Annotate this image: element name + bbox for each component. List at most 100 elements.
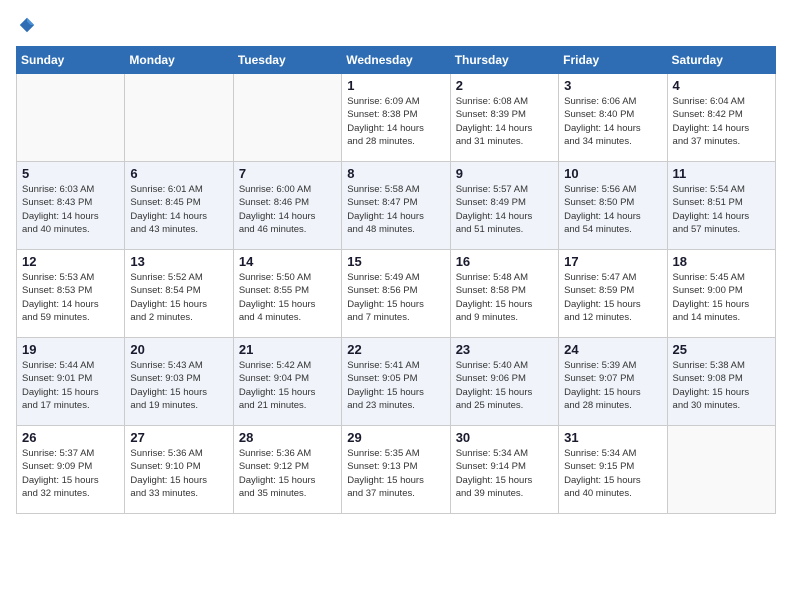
calendar-cell: 24 Sunrise: 5:39 AM Sunset: 9:07 PM Dayli… xyxy=(559,338,667,426)
day-info: Sunrise: 5:37 AM Sunset: 9:09 PM Dayligh… xyxy=(22,447,119,500)
calendar-cell: 22 Sunrise: 5:41 AM Sunset: 9:05 PM Dayli… xyxy=(342,338,450,426)
day-number: 6 xyxy=(130,166,227,181)
day-info: Sunrise: 6:03 AM Sunset: 8:43 PM Dayligh… xyxy=(22,183,119,236)
calendar-cell: 6 Sunrise: 6:01 AM Sunset: 8:45 PM Daylig… xyxy=(125,162,233,250)
page-header xyxy=(16,16,776,34)
calendar-week-row: 1 Sunrise: 6:09 AM Sunset: 8:38 PM Daylig… xyxy=(17,74,776,162)
day-number: 2 xyxy=(456,78,553,93)
day-number: 3 xyxy=(564,78,661,93)
calendar-cell: 14 Sunrise: 5:50 AM Sunset: 8:55 PM Dayli… xyxy=(233,250,341,338)
day-info: Sunrise: 5:47 AM Sunset: 8:59 PM Dayligh… xyxy=(564,271,661,324)
calendar-cell xyxy=(667,426,775,514)
calendar-week-row: 12 Sunrise: 5:53 AM Sunset: 8:53 PM Dayli… xyxy=(17,250,776,338)
calendar-table: SundayMondayTuesdayWednesdayThursdayFrid… xyxy=(16,46,776,514)
calendar-cell: 17 Sunrise: 5:47 AM Sunset: 8:59 PM Dayli… xyxy=(559,250,667,338)
calendar-cell: 9 Sunrise: 5:57 AM Sunset: 8:49 PM Daylig… xyxy=(450,162,558,250)
day-info: Sunrise: 6:09 AM Sunset: 8:38 PM Dayligh… xyxy=(347,95,444,148)
day-info: Sunrise: 5:34 AM Sunset: 9:14 PM Dayligh… xyxy=(456,447,553,500)
day-info: Sunrise: 5:52 AM Sunset: 8:54 PM Dayligh… xyxy=(130,271,227,324)
calendar-cell: 30 Sunrise: 5:34 AM Sunset: 9:14 PM Dayli… xyxy=(450,426,558,514)
day-number: 22 xyxy=(347,342,444,357)
day-info: Sunrise: 5:44 AM Sunset: 9:01 PM Dayligh… xyxy=(22,359,119,412)
day-info: Sunrise: 6:06 AM Sunset: 8:40 PM Dayligh… xyxy=(564,95,661,148)
day-number: 5 xyxy=(22,166,119,181)
day-number: 15 xyxy=(347,254,444,269)
calendar-cell: 3 Sunrise: 6:06 AM Sunset: 8:40 PM Daylig… xyxy=(559,74,667,162)
day-number: 9 xyxy=(456,166,553,181)
day-info: Sunrise: 6:04 AM Sunset: 8:42 PM Dayligh… xyxy=(673,95,770,148)
day-number: 12 xyxy=(22,254,119,269)
calendar-week-row: 19 Sunrise: 5:44 AM Sunset: 9:01 PM Dayli… xyxy=(17,338,776,426)
day-number: 4 xyxy=(673,78,770,93)
calendar-cell: 15 Sunrise: 5:49 AM Sunset: 8:56 PM Dayli… xyxy=(342,250,450,338)
calendar-cell: 16Sunrise: 5:48 AM Sunset: 8:58 PM Dayli… xyxy=(450,250,558,338)
calendar-cell: 19 Sunrise: 5:44 AM Sunset: 9:01 PM Dayli… xyxy=(17,338,125,426)
day-number: 7 xyxy=(239,166,336,181)
day-info: Sunrise: 6:00 AM Sunset: 8:46 PM Dayligh… xyxy=(239,183,336,236)
day-number: 1 xyxy=(347,78,444,93)
day-number: 23 xyxy=(456,342,553,357)
calendar-cell: 8 Sunrise: 5:58 AM Sunset: 8:47 PM Daylig… xyxy=(342,162,450,250)
calendar-cell: 18 Sunrise: 5:45 AM Sunset: 9:00 PM Dayli… xyxy=(667,250,775,338)
calendar-cell: 25Sunrise: 5:38 AM Sunset: 9:08 PM Dayli… xyxy=(667,338,775,426)
day-number: 8 xyxy=(347,166,444,181)
day-number: 21 xyxy=(239,342,336,357)
calendar-cell: 10 Sunrise: 5:56 AM Sunset: 8:50 PM Dayli… xyxy=(559,162,667,250)
day-number: 13 xyxy=(130,254,227,269)
day-info: Sunrise: 5:39 AM Sunset: 9:07 PM Dayligh… xyxy=(564,359,661,412)
day-info: Sunrise: 5:41 AM Sunset: 9:05 PM Dayligh… xyxy=(347,359,444,412)
day-number: 17 xyxy=(564,254,661,269)
day-info: Sunrise: 5:57 AM Sunset: 8:49 PM Dayligh… xyxy=(456,183,553,236)
day-info: Sunrise: 6:01 AM Sunset: 8:45 PM Dayligh… xyxy=(130,183,227,236)
column-header-thursday: Thursday xyxy=(450,47,558,74)
day-info: Sunrise: 5:35 AM Sunset: 9:13 PM Dayligh… xyxy=(347,447,444,500)
day-info: Sunrise: 5:49 AM Sunset: 8:56 PM Dayligh… xyxy=(347,271,444,324)
calendar-cell: 12 Sunrise: 5:53 AM Sunset: 8:53 PM Dayli… xyxy=(17,250,125,338)
day-number: 28 xyxy=(239,430,336,445)
day-number: 31 xyxy=(564,430,661,445)
column-header-tuesday: Tuesday xyxy=(233,47,341,74)
calendar-cell: 26 Sunrise: 5:37 AM Sunset: 9:09 PM Dayli… xyxy=(17,426,125,514)
calendar-cell: 31 Sunrise: 5:34 AM Sunset: 9:15 PM Dayli… xyxy=(559,426,667,514)
day-info: Sunrise: 5:34 AM Sunset: 9:15 PM Dayligh… xyxy=(564,447,661,500)
column-header-monday: Monday xyxy=(125,47,233,74)
day-info: Sunrise: 5:50 AM Sunset: 8:55 PM Dayligh… xyxy=(239,271,336,324)
calendar-week-row: 5 Sunrise: 6:03 AM Sunset: 8:43 PM Daylig… xyxy=(17,162,776,250)
calendar-cell: 21 Sunrise: 5:42 AM Sunset: 9:04 PM Dayli… xyxy=(233,338,341,426)
day-info: Sunrise: 5:45 AM Sunset: 9:00 PM Dayligh… xyxy=(673,271,770,324)
day-number: 14 xyxy=(239,254,336,269)
day-number: 26 xyxy=(22,430,119,445)
day-info: Sunrise: 5:40 AM Sunset: 9:06 PM Dayligh… xyxy=(456,359,553,412)
calendar-cell xyxy=(17,74,125,162)
day-number: 18 xyxy=(673,254,770,269)
column-header-saturday: Saturday xyxy=(667,47,775,74)
day-number: 20 xyxy=(130,342,227,357)
day-info: Sunrise: 5:42 AM Sunset: 9:04 PM Dayligh… xyxy=(239,359,336,412)
logo xyxy=(16,16,36,34)
day-info: Sunrise: 5:54 AM Sunset: 8:51 PM Dayligh… xyxy=(673,183,770,236)
calendar-cell: 29Sunrise: 5:35 AM Sunset: 9:13 PM Dayli… xyxy=(342,426,450,514)
day-number: 30 xyxy=(456,430,553,445)
calendar-cell: 7 Sunrise: 6:00 AM Sunset: 8:46 PM Daylig… xyxy=(233,162,341,250)
column-header-friday: Friday xyxy=(559,47,667,74)
day-number: 16 xyxy=(456,254,553,269)
day-number: 24 xyxy=(564,342,661,357)
calendar-cell: 5 Sunrise: 6:03 AM Sunset: 8:43 PM Daylig… xyxy=(17,162,125,250)
day-number: 10 xyxy=(564,166,661,181)
column-header-sunday: Sunday xyxy=(17,47,125,74)
calendar-cell: 27Sunrise: 5:36 AM Sunset: 9:10 PM Dayli… xyxy=(125,426,233,514)
calendar-cell: 13 Sunrise: 5:52 AM Sunset: 8:54 PM Dayli… xyxy=(125,250,233,338)
day-info: Sunrise: 5:58 AM Sunset: 8:47 PM Dayligh… xyxy=(347,183,444,236)
calendar-cell: 23 Sunrise: 5:40 AM Sunset: 9:06 PM Dayli… xyxy=(450,338,558,426)
day-info: Sunrise: 5:56 AM Sunset: 8:50 PM Dayligh… xyxy=(564,183,661,236)
calendar-cell xyxy=(125,74,233,162)
calendar-cell: 1 Sunrise: 6:09 AM Sunset: 8:38 PM Daylig… xyxy=(342,74,450,162)
calendar-header-row: SundayMondayTuesdayWednesdayThursdayFrid… xyxy=(17,47,776,74)
calendar-cell: 28 Sunrise: 5:36 AM Sunset: 9:12 PM Dayli… xyxy=(233,426,341,514)
calendar-cell: 11Sunrise: 5:54 AM Sunset: 8:51 PM Dayli… xyxy=(667,162,775,250)
column-header-wednesday: Wednesday xyxy=(342,47,450,74)
logo-icon xyxy=(18,16,36,34)
day-info: Sunrise: 5:53 AM Sunset: 8:53 PM Dayligh… xyxy=(22,271,119,324)
day-info: Sunrise: 5:36 AM Sunset: 9:12 PM Dayligh… xyxy=(239,447,336,500)
day-number: 19 xyxy=(22,342,119,357)
